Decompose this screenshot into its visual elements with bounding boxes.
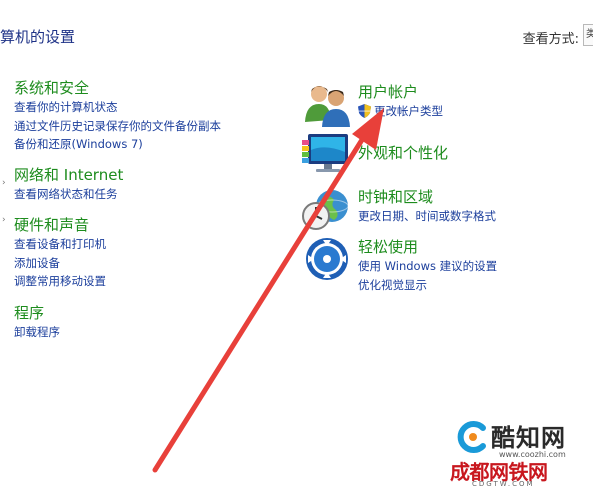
watermark-coozhi-name: 酷知网 [491,424,566,452]
watermark-cdgtw: 成都网铁网 CDGTW.COM [450,456,572,488]
coozhi-logo-icon [457,421,486,453]
watermark-cdgtw-url: CDGTW.COM [472,480,535,488]
annotation-arrow-shaft [152,132,368,473]
